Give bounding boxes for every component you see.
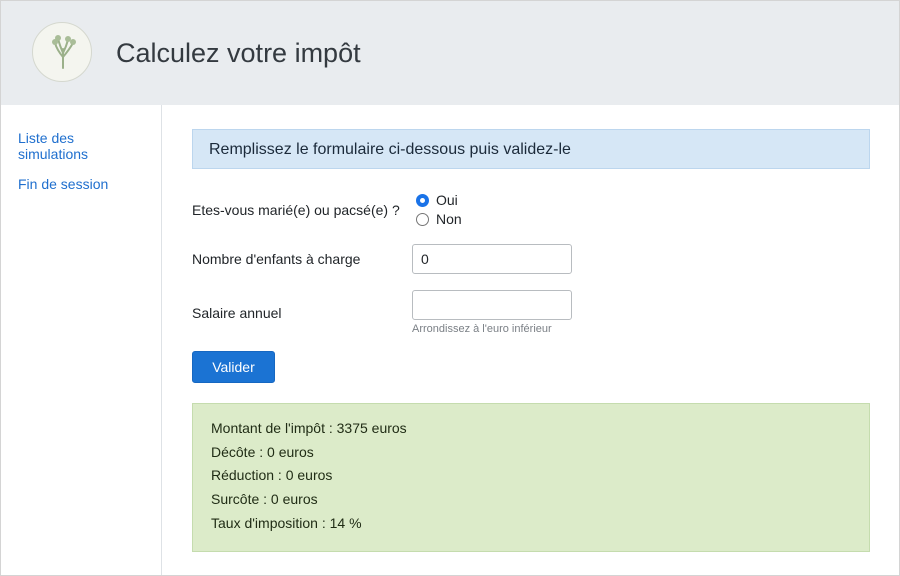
- sidebar: Liste des simulations Fin de session: [1, 105, 162, 575]
- tax-result-panel: Montant de l'impôt : 3375 euros Décôte :…: [192, 403, 870, 552]
- result-reduction: Réduction : 0 euros: [211, 467, 333, 484]
- children-count-input[interactable]: [412, 244, 572, 274]
- radio-checked-icon[interactable]: [416, 193, 429, 207]
- radio-unchecked-icon[interactable]: [416, 212, 429, 226]
- sidebar-item-logout[interactable]: Fin de session: [18, 176, 138, 192]
- app-window: Calculez votre impôt Liste des simulatio…: [0, 0, 900, 576]
- salary-input[interactable]: [412, 290, 572, 320]
- salary-help-text: Arrondissez à l'euro inférieur: [412, 323, 552, 335]
- form-instructions-banner: Remplissez le formulaire ci-dessous puis…: [192, 129, 870, 169]
- result-decote: Décôte : 0 euros: [211, 443, 314, 460]
- result-surcote: Surcôte : 0 euros: [211, 491, 318, 508]
- married-radio-oui[interactable]: Oui: [416, 191, 458, 209]
- married-radio-non[interactable]: Non: [416, 210, 462, 228]
- result-tax-amount: Montant de l'impôt : 3375 euros: [211, 420, 407, 436]
- radio-label-oui: Oui: [436, 192, 458, 208]
- radio-label-non: Non: [436, 211, 462, 227]
- salary-label: Salaire annuel: [192, 305, 282, 321]
- page-title: Calculez votre impôt: [116, 38, 361, 68]
- tree-sprout-icon: [32, 22, 92, 82]
- sidebar-item-simulations-list[interactable]: Liste des simulations: [18, 130, 138, 162]
- validate-button[interactable]: Valider: [192, 351, 275, 383]
- page-header: Calculez votre impôt: [1, 1, 899, 105]
- result-tax-rate: Taux d'imposition : 14 %: [211, 514, 362, 531]
- children-label: Nombre d'enfants à charge: [192, 251, 361, 267]
- married-question-label: Etes-vous marié(e) ou pacsé(e) ?: [192, 202, 400, 218]
